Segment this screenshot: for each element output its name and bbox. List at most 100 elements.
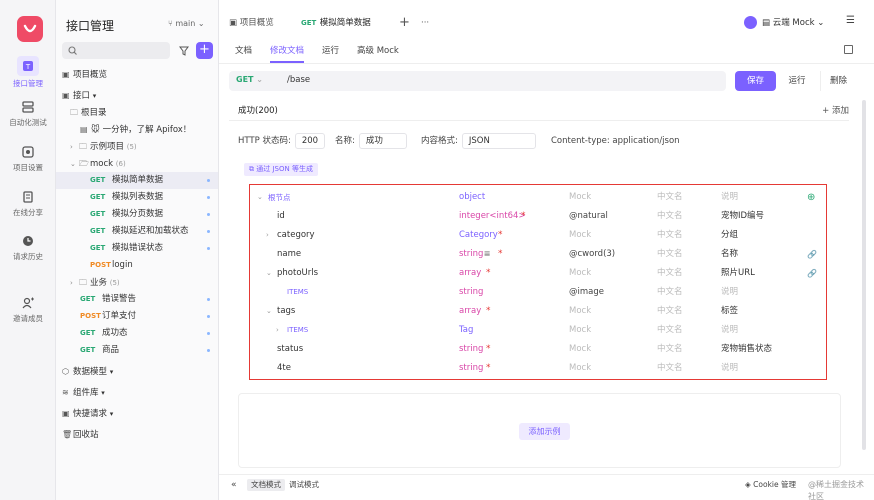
field-mock[interactable]: Mock bbox=[569, 321, 591, 340]
schema-row[interactable]: ⌄ tags array * Mock 中文名 标签 bbox=[250, 302, 825, 321]
field-mock[interactable]: @natural bbox=[569, 207, 608, 226]
response-tab-success[interactable]: 成功(200) bbox=[238, 104, 278, 116]
tree-item-endpoint[interactable]: GET模拟简单数据 bbox=[56, 172, 218, 189]
schema-row[interactable]: › category Category * Mock 中文名 分组 bbox=[250, 226, 825, 245]
format-select[interactable]: JSON bbox=[462, 133, 536, 149]
field-mock[interactable]: @cword(3) bbox=[569, 245, 615, 264]
schema-row[interactable]: 4te string * Mock 中文名 说明 bbox=[250, 359, 825, 378]
rail-item-share[interactable]: 在线分享 bbox=[0, 190, 56, 218]
tree-item-business[interactable]: ›🗀业务 (5) bbox=[56, 274, 218, 291]
tree-item-mock[interactable]: ⌄🗁mock (6) bbox=[56, 155, 218, 172]
add-example-button[interactable]: 添加示例 bbox=[519, 423, 570, 440]
format-field[interactable]: 内容格式:JSON bbox=[421, 133, 536, 149]
doc-mode-button[interactable]: 文档模式 bbox=[247, 479, 285, 491]
schema-row[interactable]: ⌄ photoUrls array * Mock 中文名 照片URL 🔗 bbox=[250, 264, 825, 283]
name-input[interactable]: 成功 bbox=[359, 133, 407, 149]
field-desc[interactable]: 标签 bbox=[721, 302, 738, 321]
rail-item-history[interactable]: 请求历史 bbox=[0, 234, 56, 262]
tab-overview[interactable]: ▣ 项目概览 bbox=[229, 12, 274, 34]
tab-doc[interactable]: 文档 bbox=[235, 44, 252, 56]
filter-button[interactable] bbox=[175, 42, 192, 59]
tree-item-root[interactable]: 🗀根目录 bbox=[56, 104, 218, 121]
tree-item-endpoint[interactable]: GET模拟分页数据 bbox=[56, 206, 218, 223]
field-mock[interactable]: @image bbox=[569, 283, 604, 302]
save-button[interactable]: 保存 bbox=[735, 71, 776, 91]
debug-mode-button[interactable]: 调试模式 bbox=[285, 479, 323, 491]
tab-advanced-mock[interactable]: 高级 Mock bbox=[357, 44, 399, 56]
field-desc[interactable]: 宠物ID编号 bbox=[721, 207, 764, 226]
tree-item-endpoint[interactable]: GET模拟列表数据 bbox=[56, 189, 218, 206]
method-select[interactable]: GET ⌄ bbox=[236, 75, 263, 84]
tree-item-endpoint[interactable]: POST订单支付 bbox=[56, 308, 218, 325]
app-logo[interactable] bbox=[17, 16, 43, 42]
add-response-button[interactable]: + 添加 bbox=[822, 104, 849, 116]
link-icon[interactable]: 🔗 bbox=[807, 245, 817, 264]
tree-item-endpoint[interactable]: POSTlogin bbox=[56, 257, 218, 274]
name-field[interactable]: 名称:成功 bbox=[335, 133, 407, 149]
field-zh[interactable]: 中文名 bbox=[657, 207, 683, 226]
tree-item-quick[interactable]: ▣快捷请求 ▾ bbox=[56, 405, 218, 422]
rail-item-test[interactable]: 自动化测试 bbox=[0, 100, 56, 128]
menu-icon[interactable]: ☰ bbox=[846, 15, 855, 26]
generate-from-json-button[interactable]: ⧉ 通过 JSON 等生成 bbox=[244, 163, 318, 176]
field-desc[interactable]: 照片URL bbox=[721, 264, 755, 283]
rail-item-api[interactable]: T 接口管理 bbox=[0, 56, 56, 89]
field-zh[interactable]: 中文名 bbox=[657, 188, 683, 207]
add-child-icon[interactable]: ⊕ bbox=[807, 188, 815, 207]
add-button[interactable]: + bbox=[196, 42, 213, 59]
tab-edit-doc[interactable]: 修改文档 bbox=[270, 44, 304, 56]
field-desc[interactable]: 说明 bbox=[721, 283, 738, 302]
field-desc[interactable]: 说明 bbox=[721, 359, 738, 378]
field-desc[interactable]: 名称 bbox=[721, 245, 738, 264]
url-input[interactable]: /base bbox=[287, 75, 310, 85]
tree-item-api[interactable]: ▣接口 ▾ bbox=[56, 87, 218, 104]
field-desc[interactable]: 说明 bbox=[721, 188, 738, 207]
status-code-input[interactable]: 200 bbox=[295, 133, 325, 149]
field-zh[interactable]: 中文名 bbox=[657, 226, 683, 245]
field-type[interactable]: integer<int64> bbox=[459, 207, 526, 226]
more-tabs-button[interactable]: ··· bbox=[421, 12, 429, 34]
field-type[interactable]: string bbox=[459, 359, 483, 378]
field-type[interactable]: array bbox=[459, 264, 481, 283]
scrollbar[interactable] bbox=[862, 100, 866, 450]
new-tab-button[interactable]: + bbox=[399, 12, 410, 34]
field-mock[interactable]: Mock bbox=[569, 340, 591, 359]
schema-row[interactable]: › ITEMS Tag Mock 中文名 说明 bbox=[250, 321, 825, 340]
field-type[interactable]: array bbox=[459, 302, 481, 321]
field-zh[interactable]: 中文名 bbox=[657, 245, 683, 264]
cookie-manager-button[interactable]: ◈ Cookie 管理 bbox=[741, 479, 800, 491]
field-zh[interactable]: 中文名 bbox=[657, 359, 683, 378]
delete-button[interactable]: 删除 bbox=[820, 71, 856, 91]
field-mock[interactable]: Mock bbox=[569, 188, 591, 207]
tab-run[interactable]: 运行 bbox=[322, 44, 339, 56]
field-zh[interactable]: 中文名 bbox=[657, 340, 683, 359]
search-input[interactable] bbox=[62, 42, 170, 59]
field-mock[interactable]: Mock bbox=[569, 359, 591, 378]
rail-item-invite[interactable]: 邀请成员 bbox=[0, 296, 56, 324]
status-code-field[interactable]: HTTP 状态码:200 bbox=[238, 133, 325, 149]
field-mock[interactable]: Mock bbox=[569, 264, 591, 283]
format-icon[interactable]: 𝌆 bbox=[484, 245, 490, 264]
schema-row[interactable]: status string * Mock 中文名 宠物销售状态 bbox=[250, 340, 825, 359]
tree-item-endpoint[interactable]: GET模拟错误状态 bbox=[56, 240, 218, 257]
sync-icon[interactable] bbox=[744, 16, 757, 29]
field-zh[interactable]: 中文名 bbox=[657, 321, 683, 340]
schema-row[interactable]: name string 𝌆 * @cword(3) 中文名 名称 🔗 bbox=[250, 245, 825, 264]
field-zh[interactable]: 中文名 bbox=[657, 264, 683, 283]
tree-item-overview[interactable]: ▣项目概览 bbox=[56, 66, 218, 83]
field-desc[interactable]: 宠物销售状态 bbox=[721, 340, 772, 359]
tree-item-components[interactable]: ≋组件库 ▾ bbox=[56, 384, 218, 401]
branch-selector[interactable]: ⑂ main ⌄ bbox=[168, 19, 205, 28]
field-type[interactable]: string bbox=[459, 283, 483, 302]
tab-endpoint[interactable]: GET 模拟简单数据 bbox=[301, 12, 371, 34]
collapse-sidebar-icon[interactable]: « bbox=[227, 479, 241, 491]
tree-item-examples[interactable]: ›🗀示例项目 (5) bbox=[56, 138, 218, 155]
field-zh[interactable]: 中文名 bbox=[657, 283, 683, 302]
tree-item-endpoint[interactable]: GET成功态 bbox=[56, 325, 218, 342]
rail-item-settings[interactable]: 项目设置 bbox=[0, 145, 56, 173]
field-desc[interactable]: 分组 bbox=[721, 226, 738, 245]
field-zh[interactable]: 中文名 bbox=[657, 302, 683, 321]
field-type[interactable]: string bbox=[459, 245, 483, 264]
tree-item-endpoint[interactable]: GET模拟延迟和加载状态 bbox=[56, 223, 218, 240]
field-type[interactable]: Category bbox=[459, 226, 498, 245]
